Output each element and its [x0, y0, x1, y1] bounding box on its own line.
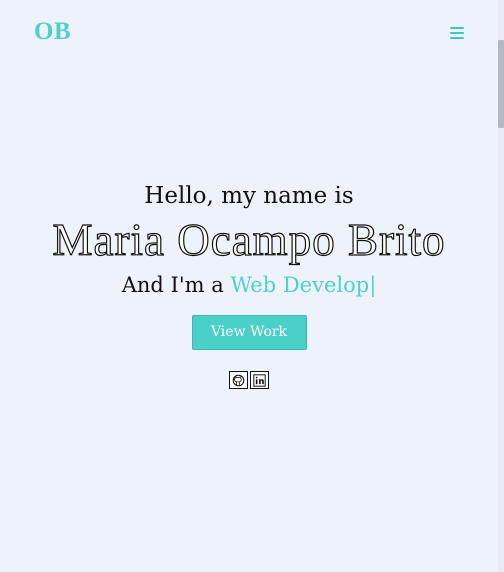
social-links: [0, 371, 498, 389]
linkedin-icon[interactable]: [250, 371, 269, 389]
logo[interactable]: OB: [34, 18, 71, 46]
menu-bar: [450, 27, 464, 29]
typing-cursor: |: [369, 273, 377, 297]
github-icon[interactable]: [229, 371, 248, 389]
greeting-text: Hello, my name is: [144, 183, 354, 209]
role-typed-text: Web Develop: [230, 273, 370, 297]
view-work-button[interactable]: View Work: [191, 315, 307, 350]
scrollbar-thumb[interactable]: [498, 40, 504, 128]
scrollbar[interactable]: [498, 0, 504, 572]
role-line: And I'm a Web Develop|: [0, 272, 498, 298]
hamburger-menu-icon[interactable]: [450, 27, 464, 39]
role-prefix: And I'm a: [121, 273, 231, 297]
hero-name: Maria Ocampo Brito: [52, 215, 446, 265]
menu-bar: [450, 32, 464, 34]
hero-section: Hello, my name is Maria Ocampo Brito And…: [0, 182, 498, 389]
page: OB Hello, my name is Maria Ocampo Brito …: [0, 0, 504, 572]
menu-bar: [450, 37, 464, 39]
